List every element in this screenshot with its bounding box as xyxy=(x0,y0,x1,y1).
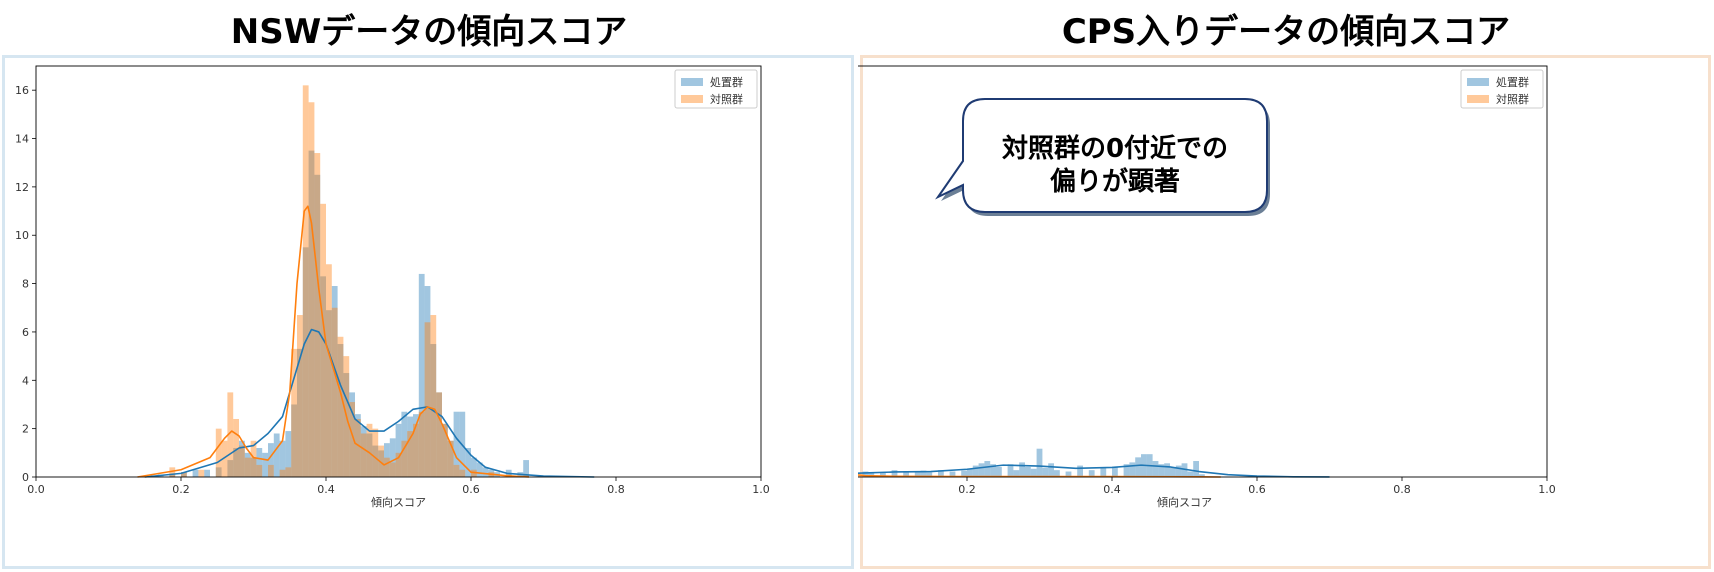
x-tick-label: 0.8 xyxy=(1393,483,1411,496)
histogram-bar xyxy=(314,153,321,478)
histogram-bar xyxy=(384,457,390,477)
legend-label-control: 対照群 xyxy=(710,92,743,106)
histogram-bar xyxy=(331,307,338,477)
histogram-bar xyxy=(192,469,199,477)
histogram-bar xyxy=(308,102,315,477)
histogram-bar xyxy=(215,428,222,477)
y-tick-label: 6 xyxy=(22,326,29,339)
histogram-bar xyxy=(401,440,408,477)
histogram-bar xyxy=(297,315,303,477)
histogram-bar xyxy=(389,462,396,477)
histogram-bar xyxy=(459,469,466,477)
legend-label-treatment: 処置群 xyxy=(710,75,743,89)
x-tick-label: 1.0 xyxy=(1538,483,1556,496)
histogram-bar xyxy=(447,440,454,477)
y-tick-label: 12 xyxy=(15,181,29,194)
legend: 処置群対照群 xyxy=(674,69,758,109)
histogram-bar xyxy=(198,469,205,477)
histogram-bar xyxy=(1048,463,1054,477)
histogram-bar xyxy=(1025,466,1031,477)
legend-label-treatment: 処置群 xyxy=(1496,75,1529,89)
plot-area-frame xyxy=(35,65,762,478)
histogram-bar xyxy=(996,466,1002,477)
histogram-bar xyxy=(1100,467,1107,477)
x-tick-label: 0.2 xyxy=(172,483,190,496)
x-axis-title: 傾向スコア xyxy=(371,495,426,509)
histogram-bar xyxy=(1193,461,1199,477)
histogram-bar xyxy=(355,418,361,477)
histogram-bar xyxy=(1036,448,1043,477)
legend: 処置群対照群 xyxy=(1460,69,1544,109)
histogram-bar xyxy=(268,464,274,477)
histogram-bar xyxy=(1077,465,1083,477)
x-tick-label: 0.2 xyxy=(958,483,976,496)
histogram-bar xyxy=(239,445,245,477)
y-tick-label: 8 xyxy=(22,278,29,291)
y-tick-label: 4 xyxy=(22,374,29,387)
legend-swatch-control xyxy=(681,95,703,103)
histogram-bar xyxy=(256,464,263,477)
series-treatment-bars xyxy=(862,448,1205,477)
histogram-bar xyxy=(1129,462,1136,477)
y-tick-label: 14 xyxy=(15,133,29,146)
histogram-bar xyxy=(302,85,309,477)
y-tick-label: 10 xyxy=(15,229,29,242)
histogram-bar xyxy=(372,428,379,477)
histogram-bar xyxy=(1170,467,1176,477)
histogram-nsw: 0.0 0.2 0.4 0.6 0.8 1.0 0 2 4 6 8 10 12 14 16 傾向スコア 処置群対… xyxy=(15,65,770,509)
histogram-bar xyxy=(337,336,344,477)
histogram-bar xyxy=(418,411,425,477)
x-tick-label: 0.4 xyxy=(317,483,335,496)
histogram-bar xyxy=(1019,462,1025,477)
callout-annotation-text: 対照群の0付近での 偏りが顕著 xyxy=(1001,134,1229,197)
histogram-bar xyxy=(360,433,367,477)
histogram-bar xyxy=(244,457,251,477)
histogram-bar xyxy=(326,264,332,477)
histogram-bar xyxy=(984,461,991,477)
histogram-bar xyxy=(436,392,442,477)
histogram-bar xyxy=(1112,466,1118,477)
y-tick-label: 2 xyxy=(22,423,29,436)
histogram-bar xyxy=(424,322,431,477)
legend-swatch-treatment xyxy=(1467,78,1489,86)
histogram-bar xyxy=(482,467,489,477)
legend-swatch-treatment xyxy=(681,78,703,86)
histogram-bar xyxy=(430,315,437,477)
histogram-bar xyxy=(204,469,210,477)
x-tick-label: 0.6 xyxy=(462,483,480,496)
histogram-bar xyxy=(1164,463,1170,477)
histogram-cps: 0.00.20.40.60.81.0020406080傾向スコア処置群対照群 xyxy=(858,65,1556,509)
x-tick-label: 0.0 xyxy=(27,483,45,496)
histogram-bar xyxy=(262,452,268,477)
x-tick-label: 1.0 xyxy=(752,483,770,496)
series-control-bars xyxy=(169,85,529,478)
x-axis-title: 傾向スコア xyxy=(1157,495,1212,509)
y-tick-label: 16 xyxy=(15,84,29,97)
legend-swatch-control xyxy=(1467,95,1489,103)
histogram-bar xyxy=(279,469,286,477)
legend-label-control: 対照群 xyxy=(1496,92,1529,106)
x-tick-label: 0.4 xyxy=(1103,483,1121,496)
y-tick-label: 0 xyxy=(22,471,29,484)
histogram-bar xyxy=(1042,467,1049,477)
histogram-bar xyxy=(285,467,292,477)
x-tick-label: 0.6 xyxy=(1248,483,1266,496)
histogram-bar xyxy=(1152,461,1159,477)
histogram-bar xyxy=(273,433,280,477)
histogram-bar xyxy=(978,463,985,477)
x-tick-label: 0.8 xyxy=(607,483,625,496)
histogram-bar xyxy=(453,464,460,477)
histogram-bar xyxy=(1135,457,1141,477)
